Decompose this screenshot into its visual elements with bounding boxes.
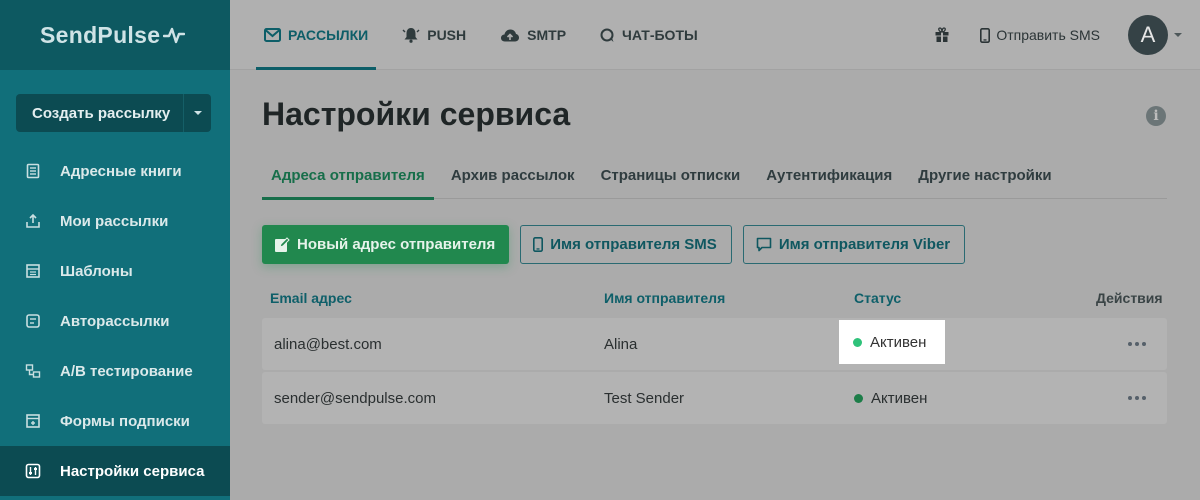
- campaigns-icon: [24, 212, 42, 230]
- bell-icon: [402, 27, 420, 43]
- avatar[interactable]: A: [1128, 15, 1168, 55]
- sidebar-item-label: A/B тестирование: [60, 362, 193, 380]
- logo[interactable]: SendPulse: [0, 0, 230, 70]
- status-badge: Активен: [854, 372, 927, 424]
- tab-unsubscribe-pages[interactable]: Страницы отписки: [592, 152, 750, 199]
- forms-icon: [24, 412, 42, 430]
- settings-tabs: Адреса отправителя Архив рассылок Страни…: [262, 152, 1167, 200]
- sms-sender-name-button[interactable]: Имя отправителя SMS: [520, 225, 732, 264]
- sidebar-item-automation[interactable]: Авторассылки: [0, 296, 230, 346]
- cell-sender-name: Test Sender: [604, 389, 685, 407]
- settings-sliders-icon: [24, 462, 42, 480]
- column-header-status[interactable]: Статус: [854, 290, 901, 306]
- top-tab-chatbots[interactable]: ЧАТ-БОТЫ: [592, 0, 706, 70]
- automation-icon: [24, 312, 42, 330]
- sidebar-item-label: Настройки сервиса: [60, 462, 205, 480]
- column-header-actions: Действия: [1096, 290, 1163, 306]
- message-icon: [756, 237, 772, 252]
- top-navigation: РАССЫЛКИ PUSH SMTP ЧАТ-БОТЫ Отправить SM…: [230, 0, 1200, 70]
- sidebar-item-subscription-forms[interactable]: Формы подписки: [0, 396, 230, 446]
- status-label: Активен: [871, 389, 928, 407]
- tab-authentication[interactable]: Аутентификация: [757, 152, 901, 199]
- sidebar-item-templates[interactable]: Шаблоны: [0, 246, 230, 296]
- sidebar-item-address-books[interactable]: Адресные книги: [0, 146, 230, 196]
- logo-text: SendPulse: [40, 21, 161, 48]
- phone-icon: [533, 237, 544, 252]
- sidebar-item-label: Формы подписки: [60, 412, 190, 430]
- send-sms-link[interactable]: Отправить SMS: [980, 27, 1100, 43]
- sidebar: SendPulse Создать рассылку Адресные книг…: [0, 0, 230, 500]
- page-title: Настройки сервиса: [262, 96, 571, 132]
- chat-icon: [600, 28, 615, 43]
- tab-campaign-archive[interactable]: Архив рассылок: [442, 152, 584, 199]
- top-tab-label: PUSH: [427, 27, 467, 43]
- tab-sender-addresses[interactable]: Адреса отправителя: [262, 152, 434, 200]
- column-header-sender-name[interactable]: Имя отправителя: [604, 290, 725, 306]
- cell-email: alina@best.com: [274, 335, 382, 353]
- viber-sender-name-button[interactable]: Имя отправителя Viber: [742, 225, 966, 264]
- top-tab-smtp[interactable]: SMTP: [492, 0, 574, 70]
- templates-icon: [24, 262, 42, 280]
- table-row[interactable]: alina@best.com Alina: [262, 318, 1167, 370]
- sidebar-item-ab-testing[interactable]: A/B тестирование: [0, 346, 230, 396]
- top-tab-label: SMTP: [527, 27, 567, 43]
- sidebar-item-label: Адресные книги: [60, 162, 182, 180]
- top-tab-label: ЧАТ-БОТЫ: [622, 27, 698, 43]
- product-tabs: РАССЫЛКИ PUSH SMTP ЧАТ-БОТЫ: [256, 0, 724, 70]
- create-campaign-button[interactable]: Создать рассылку: [16, 94, 211, 132]
- create-campaign-dropdown[interactable]: [183, 94, 211, 132]
- more-actions-icon[interactable]: [1126, 372, 1147, 424]
- edit-icon: [274, 236, 290, 253]
- tab-other-settings[interactable]: Другие настройки: [909, 152, 1060, 199]
- cloud-upload-icon: [500, 28, 520, 43]
- table-row[interactable]: sender@sendpulse.com Test Sender Активен: [262, 372, 1167, 424]
- sidebar-nav: Адресные книги Мои рассылки Шаблоны Авто…: [0, 146, 230, 496]
- sidebar-item-my-campaigns[interactable]: Мои рассылки: [0, 196, 230, 246]
- action-buttons: Новый адрес отправителя Имя отправителя …: [262, 225, 976, 264]
- top-tab-push[interactable]: PUSH: [394, 0, 474, 70]
- new-sender-address-button[interactable]: Новый адрес отправителя: [262, 225, 510, 264]
- status-label: Активен: [870, 333, 927, 351]
- info-icon[interactable]: i: [1146, 106, 1166, 126]
- chevron-down-icon[interactable]: [1174, 33, 1182, 37]
- ab-test-icon: [24, 362, 42, 380]
- envelope-icon: [264, 28, 281, 42]
- sms-sender-name-label: Имя отправителя SMS: [550, 236, 717, 253]
- sidebar-item-label: Мои рассылки: [60, 212, 169, 230]
- sidebar-item-label: Шаблоны: [60, 262, 133, 280]
- top-tab-label: РАССЫЛКИ: [288, 27, 369, 43]
- cell-email: sender@sendpulse.com: [274, 389, 436, 407]
- status-dot: [853, 337, 862, 347]
- create-campaign-label: Создать рассылку: [32, 104, 171, 122]
- column-header-email[interactable]: Email адрес: [270, 290, 352, 306]
- viber-sender-name-label: Имя отправителя Viber: [778, 236, 951, 253]
- new-sender-address-label: Новый адрес отправителя: [297, 236, 496, 253]
- more-actions-icon[interactable]: [1126, 318, 1147, 370]
- status-badge: Активен: [839, 320, 945, 364]
- sidebar-item-service-settings[interactable]: Настройки сервиса: [0, 446, 230, 496]
- top-right-actions: Отправить SMS A: [934, 0, 1200, 70]
- chevron-down-icon: [193, 111, 202, 115]
- status-dot: [854, 393, 863, 403]
- top-tab-campaigns[interactable]: РАССЫЛКИ: [256, 0, 377, 70]
- gift-icon[interactable]: [934, 27, 950, 43]
- phone-icon: [980, 27, 991, 43]
- send-sms-label: Отправить SMS: [996, 27, 1100, 43]
- pulse-icon: [163, 27, 186, 44]
- sidebar-item-label: Авторассылки: [60, 312, 170, 330]
- cell-sender-name: Alina: [604, 335, 638, 353]
- address-book-icon: [24, 162, 42, 180]
